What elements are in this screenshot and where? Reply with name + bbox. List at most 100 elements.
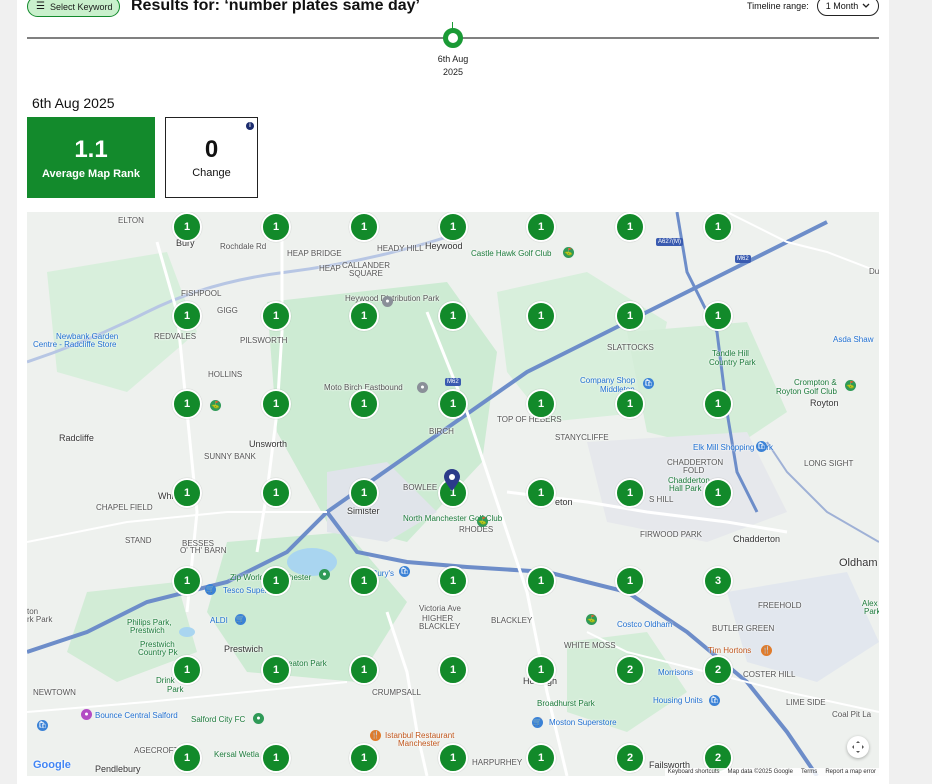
golf-pin-icon[interactable]: ⛳: [563, 247, 574, 258]
rank-pin[interactable]: 1: [172, 212, 202, 242]
rank-pin[interactable]: 1: [703, 212, 733, 242]
rank-pin[interactable]: 1: [703, 478, 733, 508]
rank-pin[interactable]: 1: [526, 743, 556, 773]
rank-pin[interactable]: 1: [349, 301, 379, 331]
rank-pin[interactable]: 1: [349, 389, 379, 419]
terms-link[interactable]: Terms: [801, 769, 817, 775]
rank-pin[interactable]: 1: [172, 301, 202, 331]
shop-pin-icon[interactable]: 🛍: [643, 378, 654, 389]
timeline-point[interactable]: [443, 28, 463, 48]
rank-pin[interactable]: 1: [438, 655, 468, 685]
rank-pin[interactable]: 3: [703, 566, 733, 596]
rank-pin[interactable]: 2: [615, 655, 645, 685]
rank-pin[interactable]: 1: [172, 389, 202, 419]
rank-pin[interactable]: 1: [261, 655, 291, 685]
rank-pin[interactable]: 1: [438, 212, 468, 242]
rank-pin[interactable]: 1: [615, 212, 645, 242]
rank-pin[interactable]: 1: [526, 301, 556, 331]
timeline-range-select[interactable]: 1 Month: [817, 0, 879, 16]
shop-pin-icon[interactable]: 🛍: [37, 720, 48, 731]
map-label-firwood-park: FIRWOOD PARK: [640, 530, 702, 539]
average-rank-value: 1.1: [74, 135, 108, 163]
rank-pin[interactable]: 1: [172, 478, 202, 508]
rank-pin[interactable]: 1: [438, 566, 468, 596]
rank-pin[interactable]: 1: [261, 301, 291, 331]
shop-pin-icon[interactable]: 🛒: [205, 584, 216, 595]
rank-pin[interactable]: 1: [172, 743, 202, 773]
rank-pin[interactable]: 1: [526, 566, 556, 596]
rank-pin[interactable]: 2: [703, 655, 733, 685]
rank-pin[interactable]: 2: [615, 743, 645, 773]
rank-pin[interactable]: 1: [261, 478, 291, 508]
shop-pin-icon[interactable]: 🛒: [532, 717, 543, 728]
map-label-stand: STAND: [125, 536, 152, 545]
rank-pin[interactable]: 1: [615, 301, 645, 331]
rank-pin[interactable]: 1: [703, 389, 733, 419]
distribution-park-pin-icon[interactable]: ●: [382, 296, 393, 307]
map-label-chapel-field: CHAPEL FIELD: [96, 503, 153, 512]
map-label-harpurhey: HARPURHEY: [472, 758, 523, 767]
select-keyword-button[interactable]: ☰ Select Keyword: [27, 0, 120, 17]
rank-pin[interactable]: 1: [526, 478, 556, 508]
rank-pin[interactable]: 1: [261, 566, 291, 596]
map-label-victoria-ave: Victoria Ave: [419, 604, 461, 613]
map-label-chadderton-fold-2: FOLD: [683, 466, 705, 475]
shop-pin-icon[interactable]: 🛍: [399, 566, 410, 577]
rank-pin[interactable]: 1: [261, 212, 291, 242]
golf-pin-icon[interactable]: ⛳: [210, 400, 221, 411]
rank-pin[interactable]: 1: [438, 301, 468, 331]
golf-pin-icon[interactable]: ⛳: [845, 380, 856, 391]
rank-pin[interactable]: 1: [615, 389, 645, 419]
map-label-aldi: ALDI: [210, 616, 228, 625]
select-keyword-label: Select Keyword: [49, 1, 113, 12]
shop-pin-icon[interactable]: 🛒: [235, 614, 246, 625]
road-tag-a627m: A627(M): [656, 238, 684, 246]
business-location-pin-icon[interactable]: [444, 469, 460, 491]
map-label-tandle-2: Country Park: [709, 358, 756, 367]
rank-pin[interactable]: 1: [172, 655, 202, 685]
rank-pin[interactable]: 1: [438, 743, 468, 773]
map-label-heap-bridge: HEAP BRIDGE: [287, 249, 342, 258]
rank-pin[interactable]: 1: [261, 389, 291, 419]
info-icon[interactable]: i: [246, 122, 254, 130]
rank-pin[interactable]: 1: [349, 566, 379, 596]
map-label-middleton: eton: [555, 497, 573, 507]
rank-pin[interactable]: 1: [349, 478, 379, 508]
services-pin-icon[interactable]: ●: [417, 382, 428, 393]
restaurant-pin-icon[interactable]: 🍴: [761, 645, 772, 656]
rank-pin[interactable]: 1: [703, 301, 733, 331]
shop-pin-icon[interactable]: 🛍: [709, 695, 720, 706]
rank-pin[interactable]: 1: [172, 566, 202, 596]
rank-pin[interactable]: 1: [615, 478, 645, 508]
rank-map[interactable]: ELTON Bury Rochdale Rd Heywood HEADY HIL…: [27, 212, 879, 776]
shop-pin-icon[interactable]: 🛍: [756, 441, 767, 452]
keyboard-shortcuts-link[interactable]: Keyboard shortcuts: [668, 769, 720, 775]
map-label-chadderton: Chadderton: [733, 534, 781, 544]
entertainment-pin-icon[interactable]: ●: [81, 709, 92, 720]
fullscreen-button[interactable]: [847, 736, 869, 758]
map-label-rk-park: rk Park: [27, 615, 53, 624]
rank-pin[interactable]: 1: [349, 743, 379, 773]
rank-pin[interactable]: 1: [526, 655, 556, 685]
golf-pin-icon[interactable]: ⛳: [586, 614, 597, 625]
rank-pin[interactable]: 1: [615, 566, 645, 596]
map-label-s-hill: S HILL: [649, 495, 674, 504]
map-label-redvales: REDVALES: [154, 332, 197, 341]
rank-pin[interactable]: 1: [438, 389, 468, 419]
timeline-range-value: 1 Month: [825, 1, 859, 11]
rank-pin[interactable]: 1: [261, 743, 291, 773]
map-label-radcliffe: Radcliffe: [59, 433, 94, 443]
map-label-moston: Moston Superstore: [549, 718, 617, 727]
stadium-pin-icon[interactable]: ●: [253, 713, 264, 724]
restaurant-pin-icon[interactable]: 🍴: [370, 730, 381, 741]
rank-pin[interactable]: 1: [349, 212, 379, 242]
rank-pin[interactable]: 1: [526, 212, 556, 242]
report-map-error-link[interactable]: Report a map error: [825, 769, 876, 775]
map-label-slattocks: SLATTOCKS: [607, 343, 654, 352]
rank-pin[interactable]: 1: [526, 389, 556, 419]
golf-pin-icon[interactable]: ⛳: [477, 516, 488, 527]
map-label-zip-world-2: hester: [289, 573, 312, 582]
rank-pin[interactable]: 1: [349, 655, 379, 685]
map-label-philips-2: Prestwich: [130, 626, 165, 635]
park-pin-icon[interactable]: ●: [319, 569, 330, 580]
